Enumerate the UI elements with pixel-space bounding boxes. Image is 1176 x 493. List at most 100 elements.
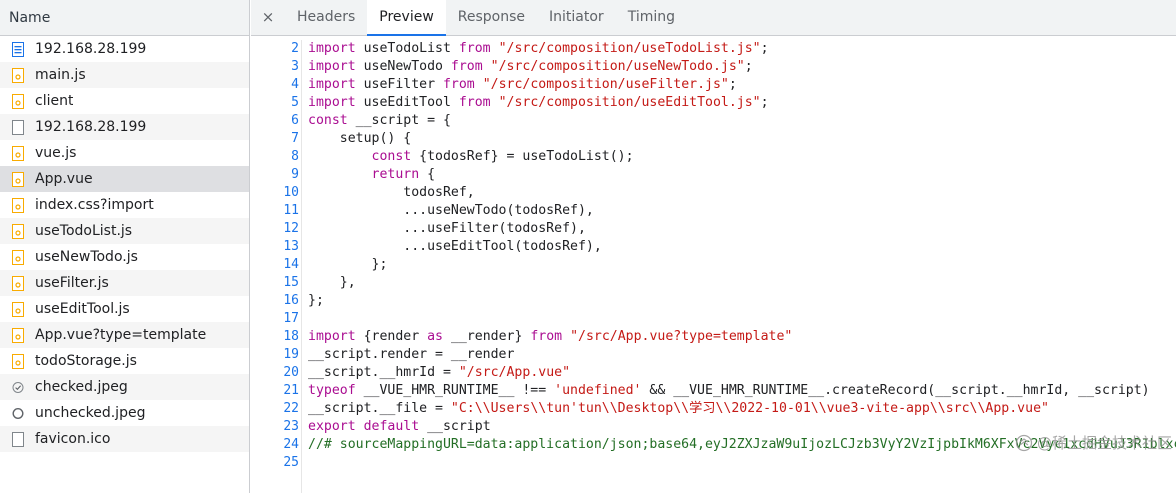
line-source: const __script = { [299, 112, 451, 130]
code-line: 17 [251, 310, 1176, 328]
line-source: import useTodoList from "/src/compositio… [299, 40, 769, 58]
request-name: 192.168.28.199 [35, 41, 147, 57]
code-line: 20 __script.__hmrId = "/src/App.vue" [251, 364, 1176, 382]
line-number: 2 [291, 41, 299, 56]
code-token: import [308, 95, 356, 110]
request-row[interactable]: useEditTool.js [0, 296, 249, 322]
tab-timing[interactable]: Timing [616, 0, 687, 35]
name-column-header[interactable]: Name [0, 0, 249, 36]
script-file-icon [12, 249, 35, 265]
code-line: 3 import useNewTodo from "/src/compositio… [251, 58, 1176, 76]
request-row[interactable]: 192.168.28.199 [0, 114, 249, 140]
request-row[interactable]: favicon.ico [0, 426, 249, 452]
request-row[interactable]: checked.jpeg [0, 374, 249, 400]
code-line: 8 const {todosRef} = useTodoList(); [251, 148, 1176, 166]
line-source: }; [299, 292, 324, 310]
request-name: useEditTool.js [35, 301, 130, 317]
request-row[interactable]: useFilter.js [0, 270, 249, 296]
tab-preview[interactable]: Preview [367, 0, 446, 36]
line-number: 15 [283, 275, 299, 290]
script-file-icon [12, 67, 35, 83]
code-line: 9 return { [251, 166, 1176, 184]
code-token: export [308, 419, 356, 434]
line-number: 13 [283, 239, 299, 254]
code-line: 25 [251, 454, 1176, 472]
code-line: 2 import useTodoList from "/src/compositi… [251, 40, 1176, 58]
request-row[interactable]: App.vue?type=template [0, 322, 249, 348]
line-number: 4 [291, 77, 299, 92]
document-icon [12, 41, 35, 57]
line-number: 8 [291, 149, 299, 164]
line-number: 17 [283, 311, 299, 326]
code-token: "/src/composition/useEditTool.js" [498, 95, 761, 110]
request-row[interactable]: client [0, 88, 249, 114]
code-token: "/src/App.vue" [458, 365, 571, 380]
line-number: 22 [283, 401, 299, 416]
code-line: 11 ...useNewTodo(todosRef), [251, 202, 1176, 220]
line-source: const {todosRef} = useTodoList(); [299, 148, 634, 166]
request-name: favicon.ico [35, 431, 111, 447]
request-name: App.vue?type=template [35, 327, 207, 343]
code-token: ; [760, 41, 769, 56]
code-token: const [308, 113, 348, 128]
code-token: typeof [308, 383, 356, 398]
script-file-icon [12, 301, 35, 317]
request-row[interactable]: 192.168.28.199 [0, 36, 249, 62]
code-token: }; [308, 257, 388, 272]
code-token: "C:\\Users\\tun'tun\\Desktop\\学习\\2022-1… [450, 401, 1049, 416]
request-row[interactable]: useNewTodo.js [0, 244, 249, 270]
line-number: 18 [283, 329, 299, 344]
script-file-icon [12, 171, 35, 187]
line-source: __script.render = __render [299, 346, 514, 364]
request-name: useTodoList.js [35, 223, 133, 239]
line-number: 25 [283, 455, 299, 470]
code-token: "/src/composition/useFilter.js" [482, 77, 729, 92]
line-source [299, 454, 308, 472]
code-line: 10 todosRef, [251, 184, 1176, 202]
request-row[interactable]: useTodoList.js [0, 218, 249, 244]
request-row[interactable]: index.css?import [0, 192, 249, 218]
code-token: import [308, 41, 356, 56]
code-line: 21 typeof __VUE_HMR_RUNTIME__ !== 'undefi… [251, 382, 1176, 400]
request-row[interactable]: todoStorage.js [0, 348, 249, 374]
tab-response[interactable]: Response [446, 0, 537, 35]
detail-tab-bar: × Headers Preview Response Initiator Timing [251, 0, 1176, 36]
script-file-icon [12, 93, 35, 109]
code-token: from [458, 95, 491, 110]
code-token: { [419, 167, 436, 182]
tab-initiator[interactable]: Initiator [537, 0, 616, 35]
checked-image-icon [12, 380, 35, 395]
line-number: 23 [283, 419, 299, 434]
code-line: 18 import {render as __render} from "/src… [251, 328, 1176, 346]
code-token: }; [308, 293, 324, 308]
blank-file-icon [12, 431, 35, 447]
line-source: ...useEditTool(todosRef), [299, 238, 602, 256]
line-number: 3 [291, 59, 299, 74]
request-row[interactable]: unchecked.jpeg [0, 400, 249, 426]
script-file-icon [12, 275, 35, 291]
line-number: 24 [283, 437, 299, 452]
line-number: 12 [283, 221, 299, 236]
line-source: ...useFilter(todosRef), [299, 220, 586, 238]
line-source: import {render as __render} from "/src/A… [299, 328, 792, 346]
preview-code-panel[interactable]: 2 import useTodoList from "/src/compositi… [251, 36, 1176, 493]
blank-file-icon [12, 119, 35, 135]
request-row[interactable]: main.js [0, 62, 249, 88]
request-row[interactable]: vue.js [0, 140, 249, 166]
tab-headers[interactable]: Headers [285, 0, 367, 35]
code-token: useNewTodo [355, 59, 451, 74]
line-source: }; [299, 256, 388, 274]
close-icon[interactable]: × [251, 0, 285, 35]
line-number: 5 [291, 95, 299, 110]
code-token: {render [355, 329, 428, 344]
line-number: 6 [291, 113, 299, 128]
line-source: todosRef, [299, 184, 474, 202]
line-number: 20 [283, 365, 299, 380]
code-line: 5 import useEditTool from "/src/compositi… [251, 94, 1176, 112]
request-row[interactable]: App.vue [0, 166, 249, 192]
code-token: __VUE_HMR_RUNTIME__ !== [355, 383, 555, 398]
code-token: import [308, 77, 356, 92]
code-token: __script.__file = [308, 401, 451, 416]
line-source: __script.__hmrId = "/src/App.vue" [299, 364, 570, 382]
